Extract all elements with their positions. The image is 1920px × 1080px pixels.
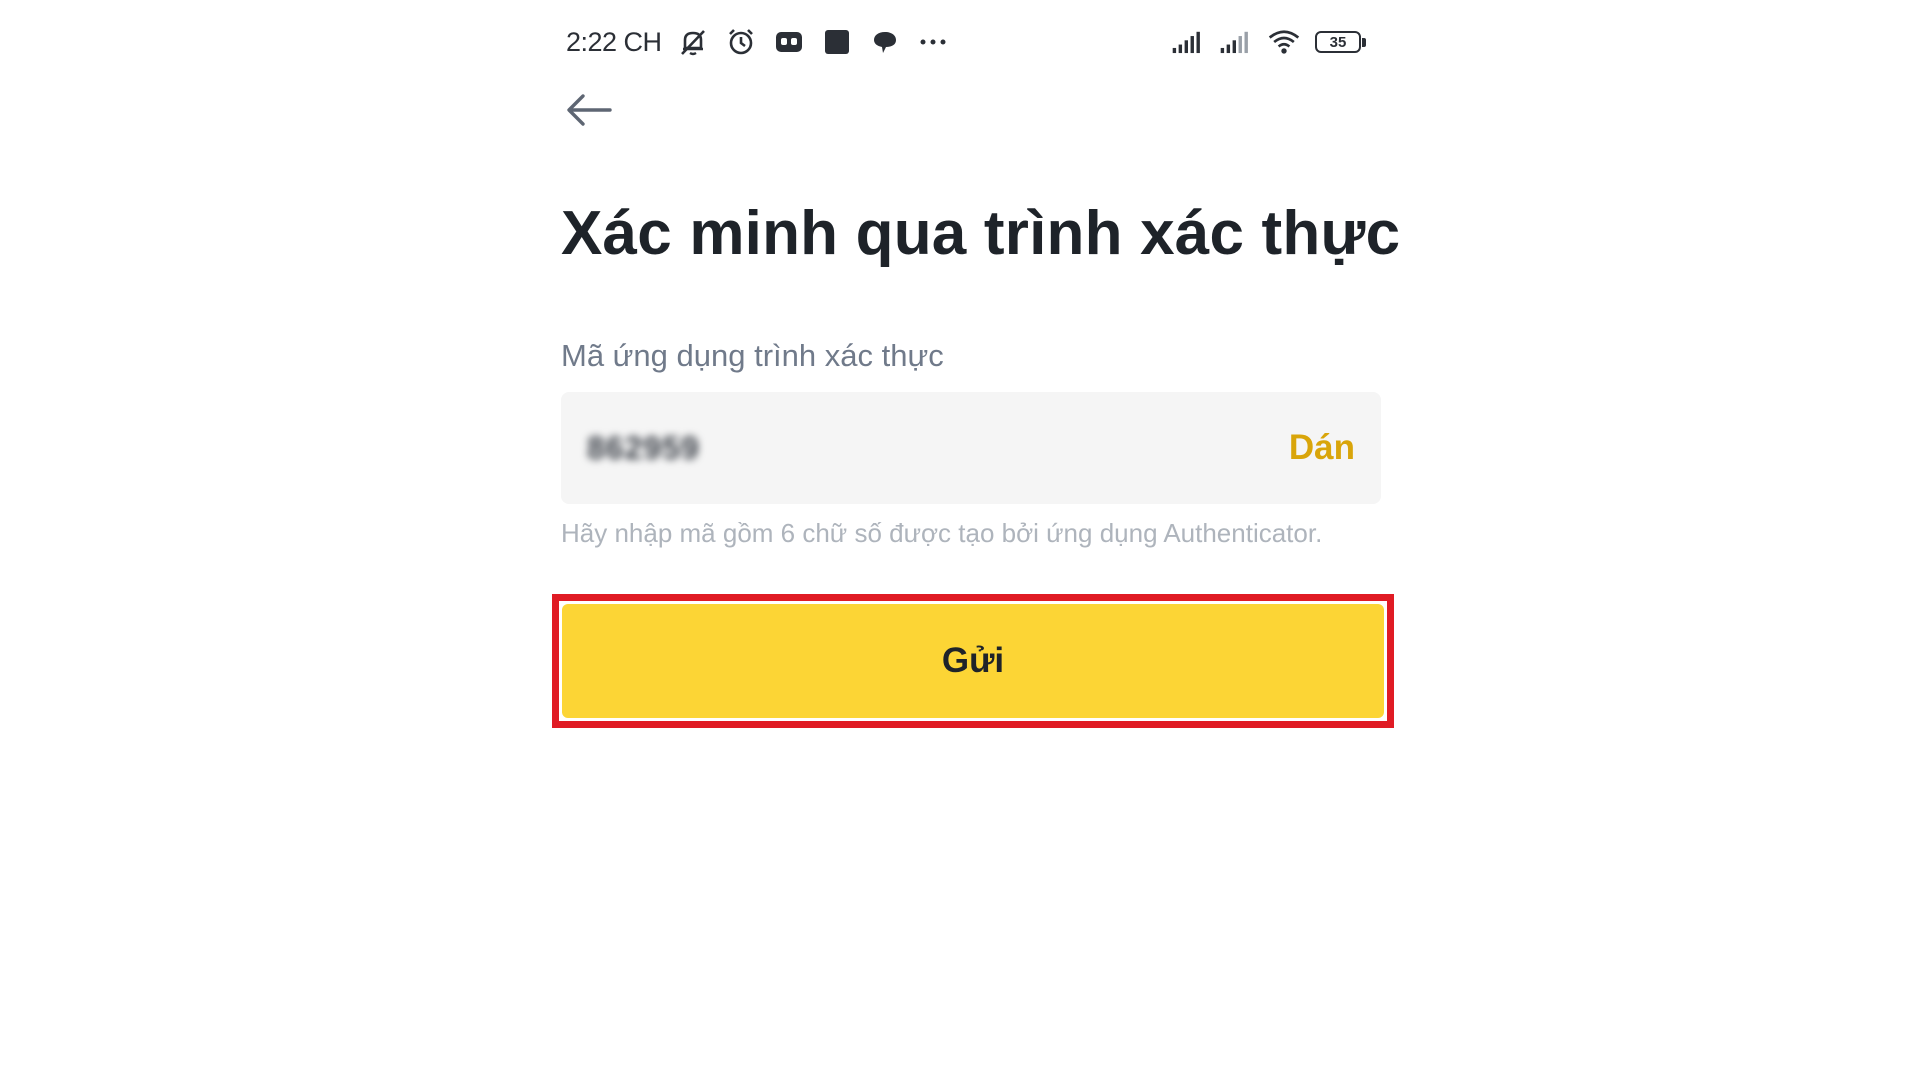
screen: 2:22 CH 35 Xác minh qua trình xác thực M… [0, 0, 1920, 1080]
status-right: 35 [1171, 25, 1366, 59]
arrow-left-icon [566, 93, 612, 132]
battery-level: 35 [1315, 31, 1361, 53]
status-left: 2:22 CH [566, 25, 950, 59]
app-icon [772, 25, 806, 59]
wifi-icon [1267, 25, 1301, 59]
status-time: 2:22 CH [566, 26, 662, 57]
square-app-icon [820, 25, 854, 59]
chat-icon [868, 25, 902, 59]
battery-cap [1362, 37, 1366, 47]
page-title: Xác minh qua trình xác thực [561, 199, 1401, 268]
signal-icon-2 [1219, 25, 1253, 59]
alarm-icon [724, 25, 758, 59]
back-button[interactable] [563, 90, 615, 134]
mute-icon [676, 25, 710, 59]
battery-icon: 35 [1315, 31, 1366, 53]
authenticator-code-label: Mã ứng dụng trình xác thực [561, 338, 944, 373]
signal-icon [1171, 25, 1205, 59]
input-hint: Hãy nhập mã gồm 6 chữ số được tạo bởi ứn… [561, 518, 1323, 548]
paste-button[interactable]: Dán [1289, 428, 1355, 468]
input-value[interactable]: 862959 [587, 430, 1289, 467]
submit-button[interactable]: Gửi [562, 604, 1384, 718]
authenticator-code-input[interactable]: 862959 Dán [561, 392, 1381, 504]
more-icon [916, 25, 950, 59]
status-bar: 2:22 CH 35 [566, 22, 1366, 62]
